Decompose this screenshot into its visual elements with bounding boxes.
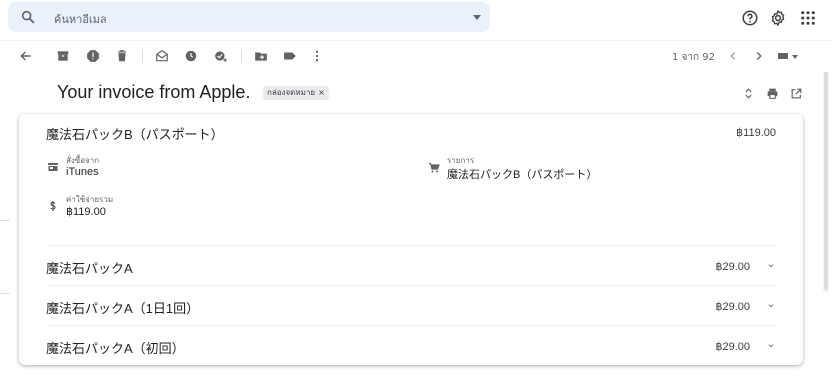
expand-all-icon[interactable]: [742, 87, 755, 100]
snooze-clock-icon[interactable]: [184, 49, 198, 63]
newer-chevron-left-icon[interactable]: [726, 49, 740, 63]
sidebar-divider: [0, 293, 10, 294]
more-options-icon[interactable]: [310, 49, 324, 63]
print-icon[interactable]: [766, 87, 779, 100]
ordered-from-value: iTunes: [66, 166, 99, 178]
report-spam-icon[interactable]: [86, 49, 100, 63]
expand-chevron-down-icon[interactable]: [766, 342, 776, 350]
remove-label-icon[interactable]: ×: [318, 88, 325, 97]
expand-chevron-down-icon[interactable]: [766, 302, 776, 310]
apps-grid-icon[interactable]: [799, 9, 817, 27]
total-cost-value: ฿119.00: [66, 206, 106, 218]
label-tag-icon[interactable]: [283, 49, 297, 63]
pagination-count: 1 จาก 92: [672, 52, 715, 63]
invoice-row-price: ฿29.00: [715, 261, 750, 273]
search-input[interactable]: ค้นหาอีเมล: [54, 10, 107, 28]
input-tools-dropdown-icon[interactable]: [792, 55, 798, 59]
message-subject: Your invoice from Apple.: [57, 82, 251, 102]
back-arrow-icon[interactable]: [19, 49, 33, 63]
settings-gear-icon[interactable]: [769, 9, 787, 27]
toolbar-divider: [142, 49, 143, 63]
scrollbar-thumb[interactable]: [824, 72, 828, 290]
main-item-title: 魔法石パックB（パスポート）: [46, 127, 224, 142]
search-options-icon[interactable]: [473, 15, 481, 20]
expand-chevron-down-icon[interactable]: [766, 262, 776, 270]
delete-trash-icon[interactable]: [115, 49, 129, 63]
archive-icon[interactable]: [56, 49, 70, 63]
invoice-card: 魔法石パックB（パスポート） ฿119.00 สั่งซื้อจาก iTune…: [19, 114, 803, 365]
main-item-price: ฿119.00: [736, 127, 776, 139]
top-bar: ค้นหาอีเมล: [0, 0, 832, 38]
toolbar-divider: [241, 49, 242, 63]
search-icon[interactable]: [20, 9, 36, 25]
search-bar[interactable]: ค้นหาอีเมล: [8, 2, 490, 32]
invoice-row[interactable]: 魔法石パックA（1日1回） ฿29.00: [46, 285, 776, 325]
sidebar-divider: [0, 220, 10, 221]
older-chevron-right-icon[interactable]: [752, 49, 766, 63]
message-toolbar: 1 จาก 92: [0, 40, 832, 70]
invoice-row[interactable]: 魔法石パックA ฿29.00: [46, 245, 776, 285]
invoice-row[interactable]: 魔法石パックA（初回） ฿29.00: [46, 325, 776, 365]
store-icon: [48, 163, 58, 171]
open-in-new-window-icon[interactable]: [790, 87, 803, 100]
help-icon[interactable]: [741, 9, 759, 27]
dollar-sign-icon: [50, 201, 56, 211]
add-to-tasks-icon[interactable]: [214, 49, 228, 63]
invoice-row-title: 魔法石パックA（初回）: [46, 341, 185, 356]
input-tools-keyboard-icon[interactable]: [778, 53, 788, 59]
invoice-row-title: 魔法石パックA（1日1回）: [46, 301, 200, 316]
label-chip-text: กล่องจดหมาย: [267, 88, 316, 97]
shopping-cart-icon: [429, 162, 440, 173]
invoice-row-title: 魔法石パックA: [46, 261, 133, 276]
inbox-label-chip[interactable]: กล่องจดหมาย ×: [263, 86, 329, 100]
invoice-row-price: ฿29.00: [715, 301, 750, 313]
move-to-folder-icon[interactable]: [254, 49, 268, 63]
items-value: 魔法石パックB（パスポート）: [447, 169, 598, 181]
mark-unread-icon[interactable]: [155, 49, 169, 63]
invoice-row-price: ฿29.00: [715, 341, 750, 353]
